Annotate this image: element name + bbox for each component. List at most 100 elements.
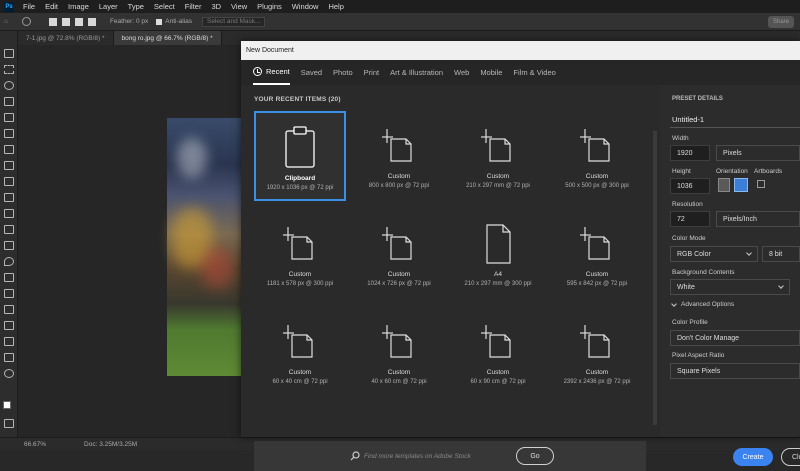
eyedropper-tool-icon[interactable] (4, 145, 14, 154)
tab-print[interactable]: Print (364, 60, 379, 85)
advanced-options-toggle[interactable]: Advanced Options (671, 300, 734, 308)
tab-film-video[interactable]: Film & Video (513, 60, 555, 85)
home-icon[interactable]: ⌂ (4, 18, 8, 25)
pen-tool-icon[interactable] (4, 289, 14, 298)
recent-item[interactable]: Custom 2392 x 2436 px @ 72 ppi (551, 307, 643, 397)
lasso-tool-icon[interactable] (4, 81, 14, 90)
path-selection-tool-icon[interactable] (4, 321, 14, 330)
hand-tool-icon[interactable] (4, 353, 14, 362)
move-tool-icon[interactable] (4, 49, 14, 58)
artboards-checkbox[interactable] (757, 180, 765, 188)
type-tool-icon[interactable] (4, 305, 14, 314)
color-profile-select[interactable]: Don't Color Manage (670, 330, 800, 346)
tab-art-illustration[interactable]: Art & Illustration (390, 60, 443, 85)
scrollbar[interactable] (653, 131, 657, 425)
brush-tool-icon[interactable] (4, 177, 14, 186)
menu-filter[interactable]: Filter (180, 2, 207, 11)
menu-select[interactable]: Select (149, 2, 180, 11)
menu-view[interactable]: View (226, 2, 252, 11)
rectangle-tool-icon[interactable] (4, 337, 14, 346)
menu-window[interactable]: Window (287, 2, 324, 11)
menu-type[interactable]: Type (123, 2, 149, 11)
tab-recent[interactable]: Recent (253, 60, 290, 85)
recent-item-name: Custom (387, 271, 411, 278)
width-unit-select[interactable]: Pixels (716, 145, 800, 161)
resolution-unit-select[interactable]: Pixels/Inch (716, 211, 800, 227)
recent-item[interactable]: Custom 500 x 500 px @ 300 ppi (551, 111, 643, 201)
a4-doc-icon (478, 221, 518, 265)
tab-mobile[interactable]: Mobile (480, 60, 502, 85)
clock-icon (253, 67, 262, 76)
resolution-label: Resolution (672, 201, 703, 208)
menu-image[interactable]: Image (63, 2, 94, 11)
color-mode-label: Color Mode (672, 235, 706, 242)
resolution-input[interactable]: 72 (670, 211, 710, 227)
zoom-tool-icon[interactable] (4, 369, 14, 378)
lasso-tool-icon[interactable] (21, 17, 31, 26)
new-selection-icon[interactable] (48, 17, 57, 26)
share-button[interactable]: Share (768, 16, 794, 28)
menu-plugins[interactable]: Plugins (252, 2, 287, 11)
recent-item[interactable]: Custom 40 x 60 cm @ 72 ppi (353, 307, 445, 397)
custom-doc-icon (478, 123, 518, 167)
gradient-tool-icon[interactable] (4, 241, 14, 250)
document-name-field[interactable]: Untitled-1 (672, 115, 704, 124)
tab-photo[interactable]: Photo (333, 60, 353, 85)
feather-label[interactable]: Feather: 0 px (110, 18, 148, 25)
tab-saved[interactable]: Saved (301, 60, 322, 85)
dodge-tool-icon[interactable] (4, 273, 14, 282)
zoom-level[interactable]: 66.67% (24, 441, 46, 448)
recent-item[interactable]: Custom 1181 x 578 px @ 300 ppi (254, 209, 346, 299)
frame-tool-icon[interactable] (4, 129, 14, 138)
healing-brush-tool-icon[interactable] (4, 161, 14, 170)
height-input[interactable]: 1036 (670, 178, 710, 194)
crop-tool-icon[interactable] (4, 113, 14, 122)
quick-mask-icon[interactable] (4, 419, 14, 428)
pixel-aspect-select[interactable]: Square Pixels (670, 363, 800, 379)
custom-doc-icon (379, 221, 419, 265)
portrait-orientation-icon[interactable] (718, 178, 730, 192)
close-button[interactable]: Clo (781, 448, 800, 466)
doc-tab-1[interactable]: 7-1.jpg @ 72.8% (RGB/8) * (18, 31, 114, 45)
photoshop-logo[interactable]: Ps (4, 1, 14, 12)
menu-3d[interactable]: 3D (206, 2, 226, 11)
dialog-title: New Document (241, 41, 800, 60)
photo-detail (177, 138, 207, 178)
landscape-orientation-icon[interactable] (734, 178, 748, 192)
clipboard-icon (280, 125, 320, 169)
select-and-mask-button[interactable]: Select and Mask... (201, 16, 266, 27)
more-tools-icon[interactable] (4, 385, 14, 394)
recent-item-name: A4 (494, 271, 502, 278)
bit-depth-select[interactable]: 8 bit (762, 246, 800, 262)
recent-item[interactable]: Custom 210 x 297 mm @ 72 ppi (452, 111, 544, 201)
menu-file[interactable]: File (18, 2, 40, 11)
color-mode-select[interactable]: RGB Color (670, 246, 758, 262)
doc-tab-2[interactable]: bong ro.jpg @ 66.7% (RGB/8) * (113, 31, 222, 45)
recent-item[interactable]: Clipboard 1920 x 1036 px @ 72 ppi (254, 111, 346, 201)
background-contents-select[interactable]: White (670, 279, 790, 295)
subtract-selection-icon[interactable] (74, 17, 83, 26)
history-brush-tool-icon[interactable] (4, 209, 14, 218)
foreground-color-swatch[interactable] (3, 401, 11, 409)
quick-select-tool-icon[interactable] (4, 97, 14, 106)
clone-stamp-tool-icon[interactable] (4, 193, 14, 202)
recent-item[interactable]: Custom 1024 x 726 px @ 72 ppi (353, 209, 445, 299)
menu-help[interactable]: Help (323, 2, 348, 11)
recent-item[interactable]: Custom 60 x 40 cm @ 72 ppi (254, 307, 346, 397)
recent-item[interactable]: Custom 60 x 90 cm @ 72 ppi (452, 307, 544, 397)
blur-tool-icon[interactable] (4, 257, 14, 266)
eraser-tool-icon[interactable] (4, 225, 14, 234)
intersect-selection-icon[interactable] (87, 17, 96, 26)
antialias-checkbox[interactable]: Anti-alias (156, 18, 192, 25)
add-selection-icon[interactable] (61, 17, 70, 26)
recent-item[interactable]: Custom 800 x 800 px @ 72 ppi (353, 111, 445, 201)
tab-web[interactable]: Web (454, 60, 469, 85)
width-input[interactable]: 1920 (670, 145, 710, 161)
recent-item[interactable]: Custom 595 x 842 px @ 72 ppi (551, 209, 643, 299)
menu-layer[interactable]: Layer (94, 2, 123, 11)
document-photo[interactable] (167, 118, 241, 376)
create-button[interactable]: Create (733, 448, 773, 466)
recent-item[interactable]: A4 210 x 297 mm @ 300 ppi (452, 209, 544, 299)
menu-edit[interactable]: Edit (40, 2, 63, 11)
marquee-tool-icon[interactable] (4, 65, 14, 74)
